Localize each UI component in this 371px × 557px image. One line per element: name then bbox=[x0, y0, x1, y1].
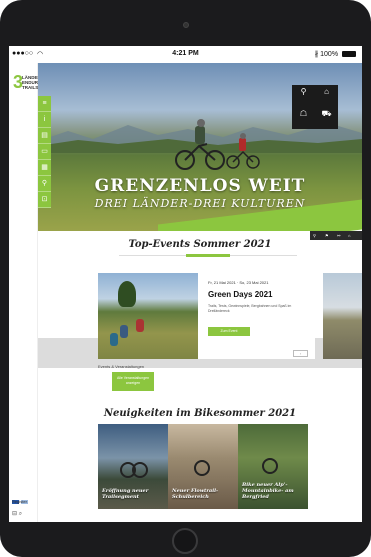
menu-icon[interactable]: ≡ bbox=[38, 96, 51, 112]
news-heading: Neuigkeiten im Bikesommer 2021 bbox=[103, 408, 297, 419]
tablet-frame: ●●●○○ ◠ 4:21 PM ∦ 100% 3 LÄNDER ENDURO T… bbox=[0, 0, 371, 557]
riders-illustration bbox=[175, 119, 260, 170]
home-button[interactable] bbox=[172, 528, 198, 554]
status-bar: ●●●○○ ◠ 4:21 PM ∦ 100% bbox=[9, 46, 362, 63]
clock: 4:21 PM bbox=[172, 50, 199, 57]
quick-nav-item[interactable]: ⌂ bbox=[315, 85, 338, 107]
event-name[interactable]: Green Days 2021 bbox=[208, 290, 273, 299]
news-grid: Eröffnung neuer Trailsegment Neuer Flowt… bbox=[98, 424, 308, 509]
hero-title: GRENZENLOS WEIT bbox=[94, 176, 306, 196]
filter-bike-icon[interactable]: ⚲ bbox=[313, 233, 316, 238]
calendar-icon[interactable]: ▦ bbox=[38, 160, 51, 176]
hotel-icon: ⌂ bbox=[324, 87, 329, 96]
all-events-button[interactable]: Alle Veranstaltungen anzeigen bbox=[112, 372, 154, 391]
battery-icon bbox=[342, 51, 356, 57]
bike-icon: ⚲ bbox=[300, 87, 307, 96]
sidebar: 3 LÄNDER ENDURO TRAILS Register ⊟ ⌕ bbox=[9, 63, 42, 522]
filter-shop-icon[interactable]: ⌂ bbox=[348, 233, 350, 238]
carousel-next-arrow[interactable]: › bbox=[293, 350, 308, 357]
filter-hike-icon[interactable]: ⚑ bbox=[325, 233, 329, 238]
sidebar-tools: ⊟ ⌕ bbox=[12, 510, 22, 518]
battery-indicator: ∦ 100% bbox=[315, 50, 356, 58]
event-image[interactable] bbox=[98, 273, 198, 359]
events-caption: Events & Veranstaltungen bbox=[98, 364, 145, 369]
bike-wheel-shape bbox=[132, 462, 148, 478]
map-icon: ☖ bbox=[299, 109, 308, 118]
bike-wheel-shape bbox=[262, 458, 278, 474]
rider-shape bbox=[120, 325, 128, 338]
events-heading: Top-Events Sommer 2021 bbox=[128, 239, 272, 250]
lift-icon: ⛟ bbox=[321, 109, 332, 118]
quick-nav: ⚲ ⌂ ☖ ⛟ bbox=[292, 85, 338, 129]
battery-percent: 100% bbox=[320, 51, 339, 58]
cart-icon[interactable]: ⊡ bbox=[38, 192, 51, 208]
news-card[interactable]: Neuer Flowtrail-Schulbereich bbox=[168, 424, 238, 509]
event-detail-button[interactable]: Zum Event bbox=[208, 327, 250, 336]
webcam-icon[interactable]: ▭ bbox=[38, 144, 51, 160]
user-icon[interactable]: ⊟ bbox=[12, 511, 17, 517]
news-card[interactable]: Eröffnung neuer Trailsegment bbox=[98, 424, 168, 509]
quick-nav-item[interactable]: ☖ bbox=[292, 107, 315, 129]
camera bbox=[183, 22, 189, 28]
next-event-image[interactable] bbox=[323, 273, 362, 359]
side-tab-bar: ≡ i ▤ ▭ ▦ ⚲ ⊡ bbox=[38, 96, 51, 208]
bike-wheel-shape bbox=[194, 460, 210, 476]
info-icon[interactable]: i bbox=[38, 112, 51, 128]
register-link[interactable]: Register bbox=[12, 499, 27, 504]
rider-shape bbox=[136, 319, 144, 332]
filter-route-icon[interactable]: ⚯ bbox=[337, 233, 340, 238]
screen: ●●●○○ ◠ 4:21 PM ∦ 100% 3 LÄNDER ENDURO T… bbox=[9, 46, 362, 522]
search-icon[interactable]: ⌕ bbox=[19, 511, 22, 517]
map-tab-icon[interactable]: ▤ bbox=[38, 128, 51, 144]
event-card: Fr, 21 Mai 2021 · So, 23 Mai 2021 Green … bbox=[198, 273, 315, 359]
heading-underline bbox=[186, 254, 230, 257]
event-date: Fr, 21 Mai 2021 · So, 23 Mai 2021 bbox=[208, 280, 269, 285]
event-description: Trails, Tests, Gewinnspiele, Bergbahnen … bbox=[208, 304, 292, 313]
news-caption: Neuer Flowtrail-Schulbereich bbox=[172, 488, 219, 500]
tree-shape bbox=[118, 281, 136, 307]
bluetooth-icon: ∦ bbox=[314, 51, 319, 58]
news-caption: Eröffnung neuer Trailsegment bbox=[102, 488, 149, 500]
quick-nav-item[interactable]: ⚲ bbox=[292, 85, 315, 107]
rider-shape bbox=[110, 333, 118, 346]
quick-nav-item[interactable]: ⛟ bbox=[315, 107, 338, 129]
hero-banner: ⚲ ⌂ ☖ ⛟ GRENZENLOS WEIT DREI LÄNDER-DREI… bbox=[38, 63, 362, 231]
person-icon[interactable]: ⚲ bbox=[38, 176, 51, 192]
news-card[interactable]: Bike neuer Alp'-Mountainbike- am Bergfri… bbox=[238, 424, 308, 509]
news-caption: Bike neuer Alp'-Mountainbike- am Bergfri… bbox=[242, 482, 294, 500]
